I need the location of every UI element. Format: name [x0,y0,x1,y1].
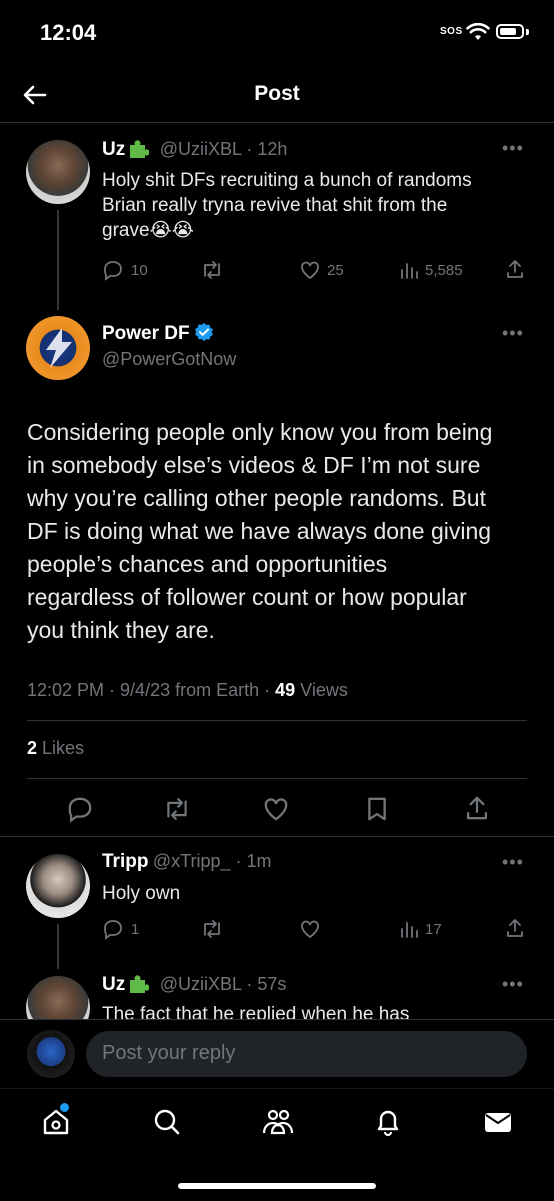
repost-icon[interactable] [199,918,225,940]
post-text-line: you think they are. [27,617,215,643]
author-name[interactable]: Tripp [102,851,148,872]
reply-icon[interactable] [102,918,124,940]
post-text: Holy own [102,883,181,904]
battery-tip [526,29,529,35]
post-header: Uz @UziiXBL · 12h [102,137,287,161]
views-label: Views [295,680,348,700]
views-count: 17 [425,921,442,938]
header-divider [0,122,554,123]
thread-line [57,210,59,310]
author-handle[interactable]: @xTripp_ [153,851,231,871]
communities-icon[interactable] [261,1106,295,1138]
post-text-line: Brian really tryna revive that shit from… [102,195,448,216]
like-icon[interactable] [262,795,290,823]
puzzle-emoji-icon [130,140,150,158]
post-time: 57s [257,974,287,994]
post-header: Uz @UziiXBL · 57s [102,972,286,996]
share-icon[interactable] [504,258,526,280]
sos-indicator: SOS [440,26,463,37]
post-divider [0,836,554,837]
home-notification-dot [60,1103,69,1112]
more-options-icon[interactable]: ••• [502,138,524,159]
wifi-icon [466,22,490,42]
more-options-icon[interactable]: ••• [502,974,524,995]
views-count: 5,585 [425,262,463,279]
post-text-line: people’s chances and opportunities [27,551,388,577]
reply-icon[interactable] [102,259,124,281]
search-icon[interactable] [151,1106,183,1138]
post-text-line: in somebody else’s videos & DF I’m not s… [27,452,481,478]
post-text: Holy shit DFs recruiting a bunch of rand… [102,168,542,243]
author-handle[interactable]: @UziiXBL [160,974,242,994]
views-icon[interactable] [398,918,420,940]
share-icon[interactable] [504,917,526,939]
lightning-logo-icon [38,326,78,370]
post-text-line: Holy shit DFs recruiting a bunch of rand… [102,170,472,191]
author-name[interactable]: Uz [102,139,125,160]
thread-line [57,924,59,969]
repost-icon[interactable] [161,795,193,823]
dot-separator: · [241,974,258,994]
timestamp-text: 12:02 PM · 9/4/23 from Earth · [27,680,276,700]
messages-icon[interactable] [482,1106,514,1138]
post-header: Tripp @xTripp_ · 1m [102,851,272,873]
status-time: 12:04 [40,20,97,45]
avatar[interactable] [26,140,90,204]
like-icon[interactable] [299,259,321,281]
notifications-icon[interactable] [372,1106,404,1138]
post-time: 1m [246,851,272,871]
post-timestamp: 12:02 PM · 9/4/23 from Earth · 49 Views [27,680,348,701]
more-options-icon[interactable]: ••• [502,323,524,344]
page-title: Post [254,82,300,105]
author-handle[interactable]: @PowerGotNow [102,349,236,370]
post-text: Considering people only know you from be… [27,416,537,647]
like-icon[interactable] [299,918,321,940]
battery-icon [496,24,524,39]
avatar[interactable] [26,854,90,918]
post-text-line: Considering people only know you from be… [27,419,493,445]
author-name[interactable]: Uz [102,974,125,995]
likes-divider [27,778,527,779]
share-icon[interactable] [463,794,491,822]
like-count: 25 [327,262,344,279]
home-indicator[interactable] [178,1183,376,1189]
my-avatar[interactable] [27,1030,75,1078]
reply-placeholder: Post your reply [102,1042,236,1064]
bookmark-icon[interactable] [363,795,391,823]
post-text-line: DF is doing what we have always done giv… [27,518,492,544]
post-header: Power DF [102,322,214,345]
puzzle-emoji-icon [130,975,150,993]
views-number: 49 [275,680,296,700]
verified-badge-icon [194,322,214,342]
author-name[interactable]: Power DF [102,323,190,344]
dot-separator: · [241,139,258,159]
post-time: 12h [257,139,288,159]
more-options-icon[interactable]: ••• [502,852,524,873]
likes-number: 2 [27,738,38,758]
reply-icon[interactable] [66,795,94,823]
reply-count: 1 [131,921,140,938]
reply-count: 10 [131,262,148,279]
dot-separator: · [230,851,247,871]
post-text-line: why you’re calling other people randoms.… [27,485,486,511]
repost-icon[interactable] [199,259,225,281]
meta-divider [27,720,527,721]
author-handle[interactable]: @UziiXBL [160,139,242,159]
post-text-line: grave😭😭 [102,220,194,241]
post-text-line: regardless of follower count or how popu… [27,584,467,610]
likes-summary[interactable]: 2 Likes [27,738,84,759]
views-icon[interactable] [398,259,420,281]
likes-label: Likes [37,738,85,758]
